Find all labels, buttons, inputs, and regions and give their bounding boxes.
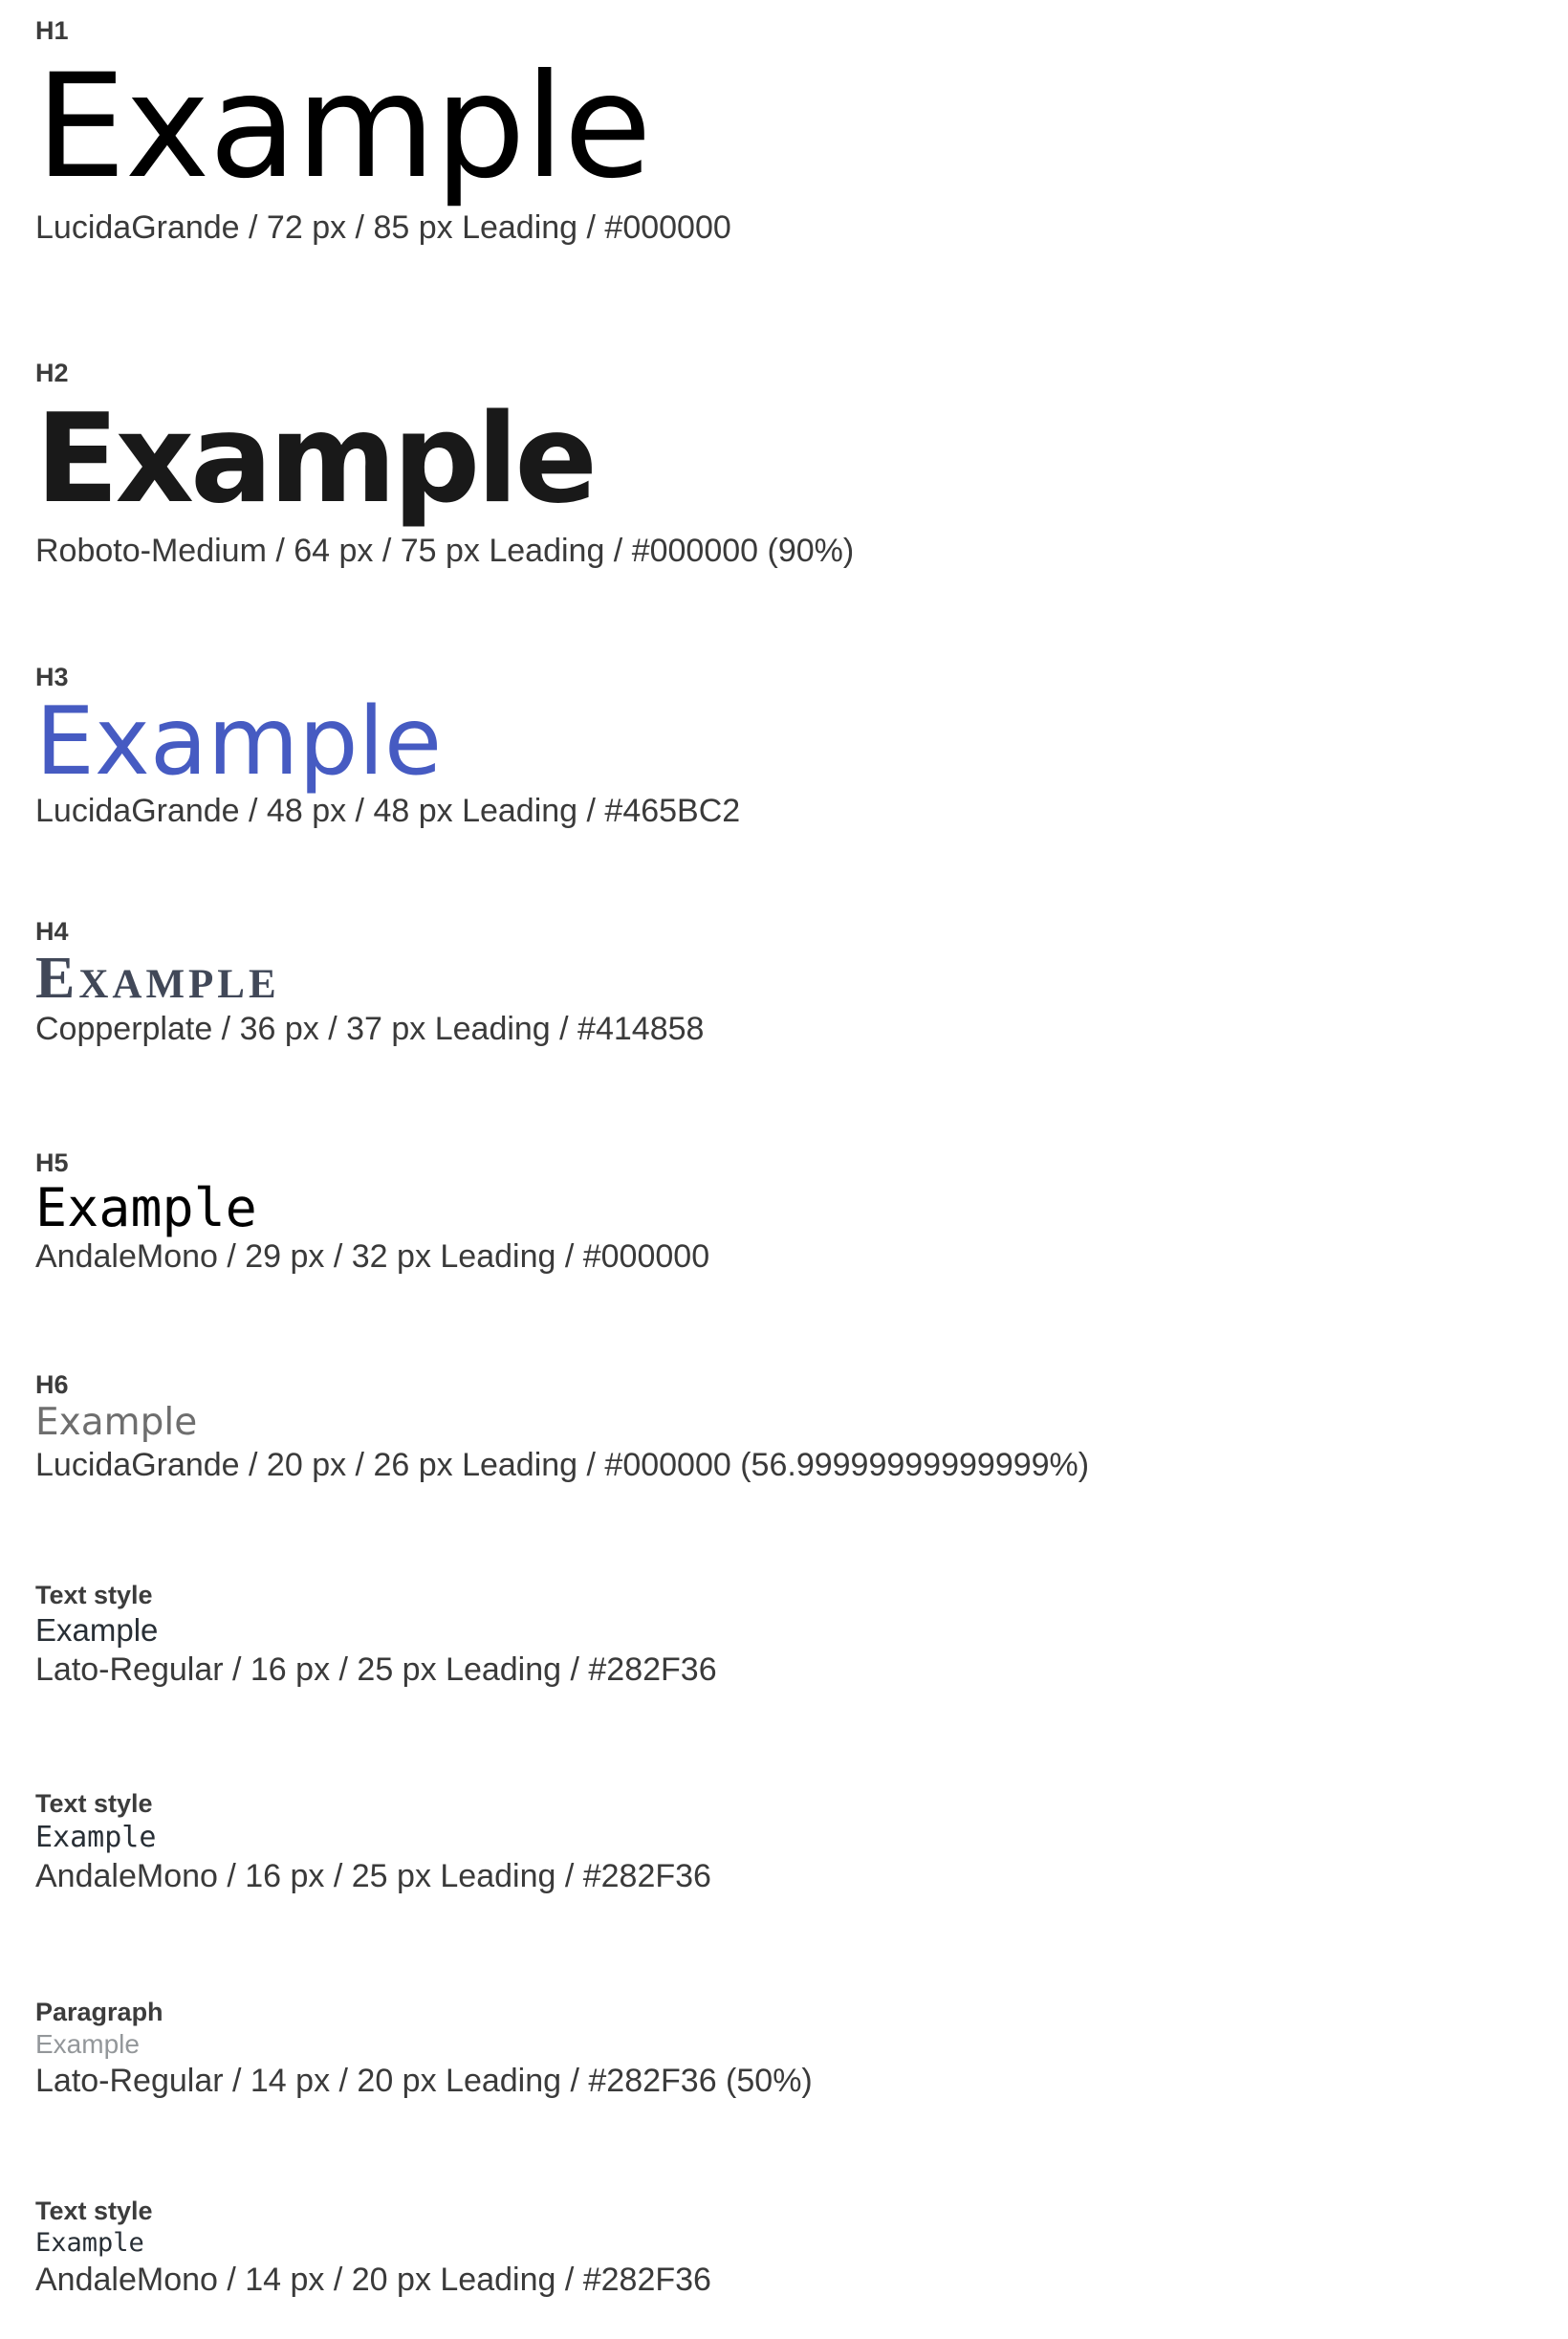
style-sample: Example: [35, 688, 443, 797]
style-spec: Lato-Regular / 14 px / 20 px Leading / #…: [35, 2063, 813, 2099]
style-sample: Example: [35, 44, 652, 210]
style-sample: Example: [35, 1612, 159, 1648]
style-block-h4: H4 Example Copperplate / 36 px / 37 px L…: [35, 916, 704, 1048]
style-label: Paragraph: [35, 1998, 163, 2026]
style-label: H5: [35, 1148, 69, 1177]
style-sample: Example: [35, 388, 598, 531]
style-label: Text style: [35, 1581, 153, 1609]
style-label: Text style: [35, 2197, 153, 2225]
style-block-paragraph: Paragraph Example Lato-Regular / 14 px /…: [35, 1997, 813, 2100]
style-block-text-style-2: Text style Example AndaleMono / 16 px / …: [35, 1788, 711, 1895]
style-sample: Example: [35, 1401, 198, 1444]
style-sample: Example: [35, 1821, 157, 1854]
style-block-h6: H6 Example LucidaGrande / 20 px / 26 px …: [35, 1369, 1089, 1484]
style-spec: LucidaGrande / 20 px / 26 px Leading / #…: [35, 1447, 1090, 1483]
style-label: H4: [35, 917, 69, 946]
style-spec: Copperplate / 36 px / 37 px Leading / #4…: [35, 1011, 705, 1047]
style-block-h2: H2 Example Roboto-Medium / 64 px / 75 px…: [35, 358, 854, 570]
style-sample: Example: [35, 1177, 257, 1238]
style-block-h5: H5 Example AndaleMono / 29 px / 32 px Le…: [35, 1148, 709, 1276]
style-label: H1: [35, 16, 69, 45]
style-spec: Roboto-Medium / 64 px / 75 px Leading / …: [35, 533, 855, 569]
style-spec: LucidaGrande / 48 px / 48 px Leading / #…: [35, 793, 741, 829]
style-spec: AndaleMono / 29 px / 32 px Leading / #00…: [35, 1238, 710, 1275]
style-spec: LucidaGrande / 72 px / 85 px Leading / #…: [35, 209, 731, 246]
style-label: H2: [35, 359, 69, 387]
style-label: Text style: [35, 1789, 153, 1818]
style-block-h3: H3 Example LucidaGrande / 48 px / 48 px …: [35, 662, 740, 830]
style-sample: Example: [35, 2029, 140, 2059]
style-label: H6: [35, 1370, 69, 1399]
style-spec: Lato-Regular / 16 px / 25 px Leading / #…: [35, 1651, 717, 1688]
style-sample: Example: [35, 946, 280, 1011]
style-sample: Example: [35, 2228, 144, 2258]
style-block-h1: H1 Example LucidaGrande / 72 px / 85 px …: [35, 15, 731, 247]
style-block-text-style-1: Text style Example Lato-Regular / 16 px …: [35, 1580, 717, 1689]
style-spec: AndaleMono / 16 px / 25 px Leading / #28…: [35, 1858, 711, 1894]
style-block-text-style-3: Text style Example AndaleMono / 14 px / …: [35, 2196, 711, 2299]
style-spec: AndaleMono / 14 px / 20 px Leading / #28…: [35, 2262, 711, 2298]
